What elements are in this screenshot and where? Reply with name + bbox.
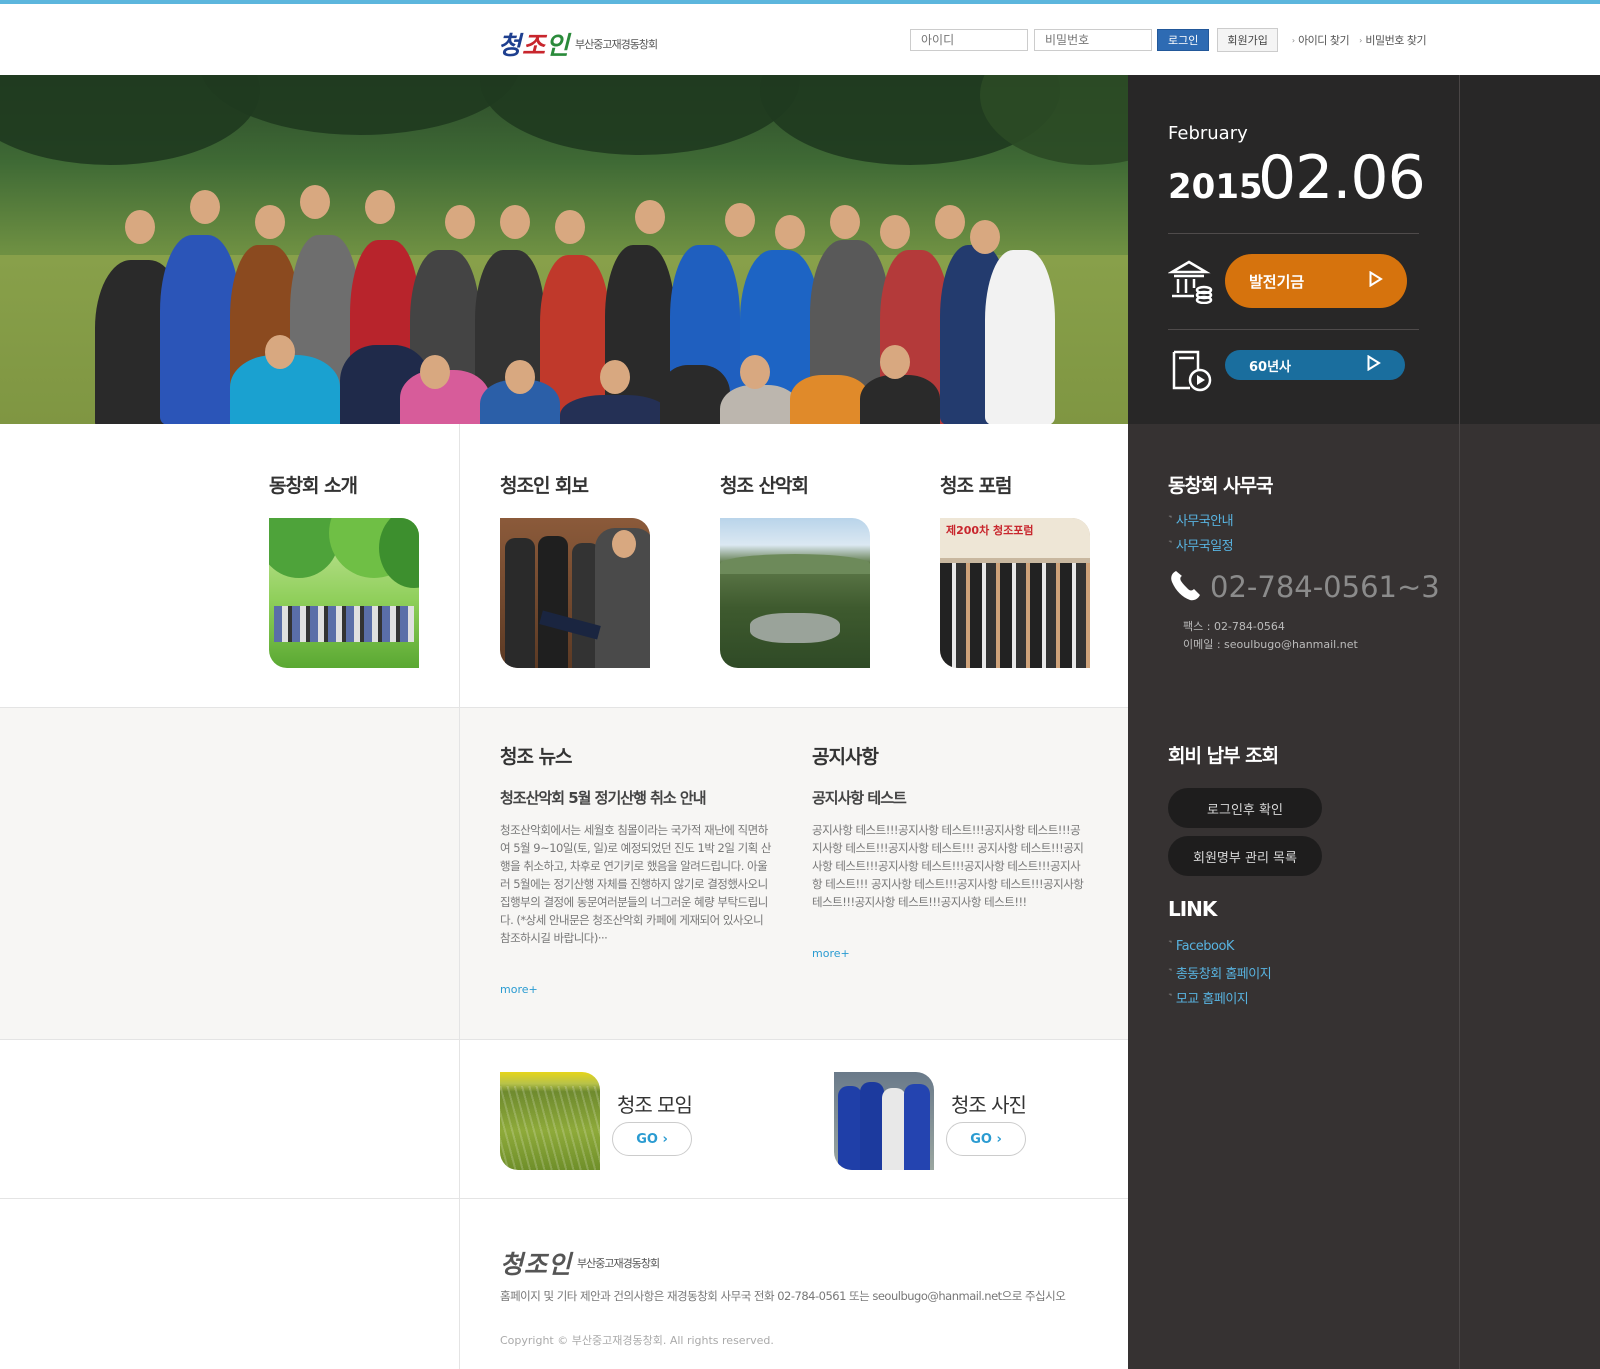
sidebar-divider bbox=[1459, 75, 1460, 1369]
phone-number: 02-784-0561~3 bbox=[1168, 567, 1440, 607]
footer-contact-text: 홈페이지 및 기타 제안과 건의사항은 재경동창회 사무국 전화 02-784-… bbox=[500, 1289, 1066, 1303]
copyright: Copyright © 부산중고재경동창회. All rights reserv… bbox=[500, 1334, 774, 1347]
grid-vertical-line bbox=[459, 424, 460, 1369]
news-title[interactable]: 청조 뉴스 bbox=[500, 742, 573, 769]
site-logo[interactable]: 청조인 부산중고재경동창회 bbox=[498, 26, 658, 62]
date-year: 2015 bbox=[1168, 167, 1263, 207]
grid-line bbox=[0, 1198, 1128, 1199]
date-separator bbox=[1168, 233, 1419, 234]
forum-thumbnail[interactable]: 제200차 청조포럼 bbox=[940, 518, 1090, 668]
forum-banner-text: 제200차 청조포럼 bbox=[946, 524, 1034, 537]
hiking-club-thumbnail[interactable] bbox=[720, 518, 870, 668]
play-arrow-icon bbox=[1369, 270, 1383, 291]
login-button[interactable]: 로그인 bbox=[1157, 29, 1210, 51]
bank-coin-icon bbox=[1167, 258, 1214, 305]
fee-title: 회비 납부 조회 bbox=[1168, 745, 1279, 767]
alumni-homepage-link[interactable]: 총동창회 홈페이지 bbox=[1168, 963, 1272, 982]
member-list-button[interactable]: 회원명부 관리 목록 bbox=[1168, 836, 1322, 876]
about-thumbnail[interactable] bbox=[269, 518, 419, 668]
news-body: 청조산악회에서는 세월호 침몰이라는 국가적 재난에 직면하여 5월 9~10일… bbox=[500, 823, 772, 945]
history-60-button[interactable]: 60년사 bbox=[1225, 350, 1405, 380]
news-more-link[interactable]: more+ bbox=[500, 983, 538, 996]
grid-line bbox=[0, 1039, 1128, 1040]
phone-icon bbox=[1168, 567, 1204, 607]
newsletter-title[interactable]: 청조인 회보 bbox=[500, 471, 589, 498]
facebook-link[interactable]: FacebooK bbox=[1168, 938, 1235, 954]
fee-login-check-button[interactable]: 로그인후 확인 bbox=[1168, 788, 1322, 828]
footer-logo-subtitle: 부산중고재경동창회 bbox=[577, 1257, 660, 1270]
password-input[interactable] bbox=[1034, 29, 1152, 51]
meeting-thumbnail[interactable] bbox=[500, 1072, 600, 1170]
fax-info: 팩스 : 02-784-0564 bbox=[1183, 620, 1285, 633]
join-button[interactable]: 회원가입 bbox=[1217, 28, 1278, 52]
meeting-go-button[interactable]: GO › bbox=[612, 1122, 692, 1156]
find-id-link[interactable]: 아이디 찾기 bbox=[1298, 32, 1350, 48]
notice-more-link[interactable]: more+ bbox=[812, 947, 850, 960]
link-title: LINK bbox=[1168, 897, 1217, 921]
date-month: February bbox=[1168, 123, 1248, 144]
footer-logo-script: 청조인 bbox=[500, 1250, 573, 1279]
photo-title[interactable]: 청조 사진 bbox=[951, 1089, 1027, 1118]
login-form: 로그인 회원가입 ›아이디 찾기 ›비밀번호 찾기 bbox=[910, 28, 1427, 52]
forum-title[interactable]: 청조 포럼 bbox=[940, 471, 1013, 498]
office-schedule-link[interactable]: 사무국일정 bbox=[1168, 535, 1234, 554]
newsletter-thumbnail[interactable] bbox=[500, 518, 650, 668]
history-label: 60년사 bbox=[1249, 359, 1292, 375]
notice-title[interactable]: 공지사항 bbox=[812, 742, 879, 769]
logo-subtitle: 부산중고재경동창회 bbox=[575, 38, 658, 51]
id-input[interactable] bbox=[910, 29, 1028, 51]
meeting-title[interactable]: 청조 모임 bbox=[617, 1089, 693, 1118]
photo-go-button[interactable]: GO › bbox=[946, 1122, 1026, 1156]
fund-label: 발전기금 bbox=[1249, 272, 1305, 291]
date-day: 02.06 bbox=[1258, 143, 1426, 213]
office-info-link[interactable]: 사무국안내 bbox=[1168, 510, 1234, 529]
about-title[interactable]: 동창회 소개 bbox=[269, 471, 358, 498]
find-password-link[interactable]: 비밀번호 찾기 bbox=[1365, 32, 1426, 48]
logo-script: 청조인 bbox=[498, 31, 571, 60]
chevron-right-icon: › bbox=[662, 1131, 668, 1147]
office-title: 동창회 사무국 bbox=[1168, 475, 1273, 497]
footer-logo: 청조인 부산중고재경동창회 bbox=[500, 1245, 660, 1281]
hero-group-photo bbox=[0, 75, 1128, 424]
play-arrow-icon bbox=[1367, 354, 1381, 375]
grid-line bbox=[0, 707, 1128, 708]
development-fund-button[interactable]: 발전기금 bbox=[1225, 254, 1407, 308]
school-homepage-link[interactable]: 모교 홈페이지 bbox=[1168, 988, 1249, 1007]
photo-thumbnail[interactable] bbox=[834, 1072, 934, 1170]
fund-separator bbox=[1168, 329, 1419, 330]
chevron-right-icon: › bbox=[996, 1131, 1002, 1147]
notice-body: 공지사항 테스트!!!공지사항 테스트!!!공지사항 테스트!!!공지사항 테스… bbox=[812, 823, 1084, 909]
hiking-club-title[interactable]: 청조 산악회 bbox=[720, 471, 809, 498]
news-headline[interactable]: 청조산악회 5월 정기산행 취소 안내 bbox=[500, 787, 707, 808]
site-header: 청조인 부산중고재경동창회 로그인 회원가입 ›아이디 찾기 ›비밀번호 찾기 bbox=[0, 4, 1600, 75]
email-info: 이메일 : seoulbugo@hanmail.net bbox=[1183, 638, 1358, 651]
history-book-icon bbox=[1168, 348, 1214, 394]
notice-headline[interactable]: 공지사항 테스트 bbox=[812, 787, 907, 808]
